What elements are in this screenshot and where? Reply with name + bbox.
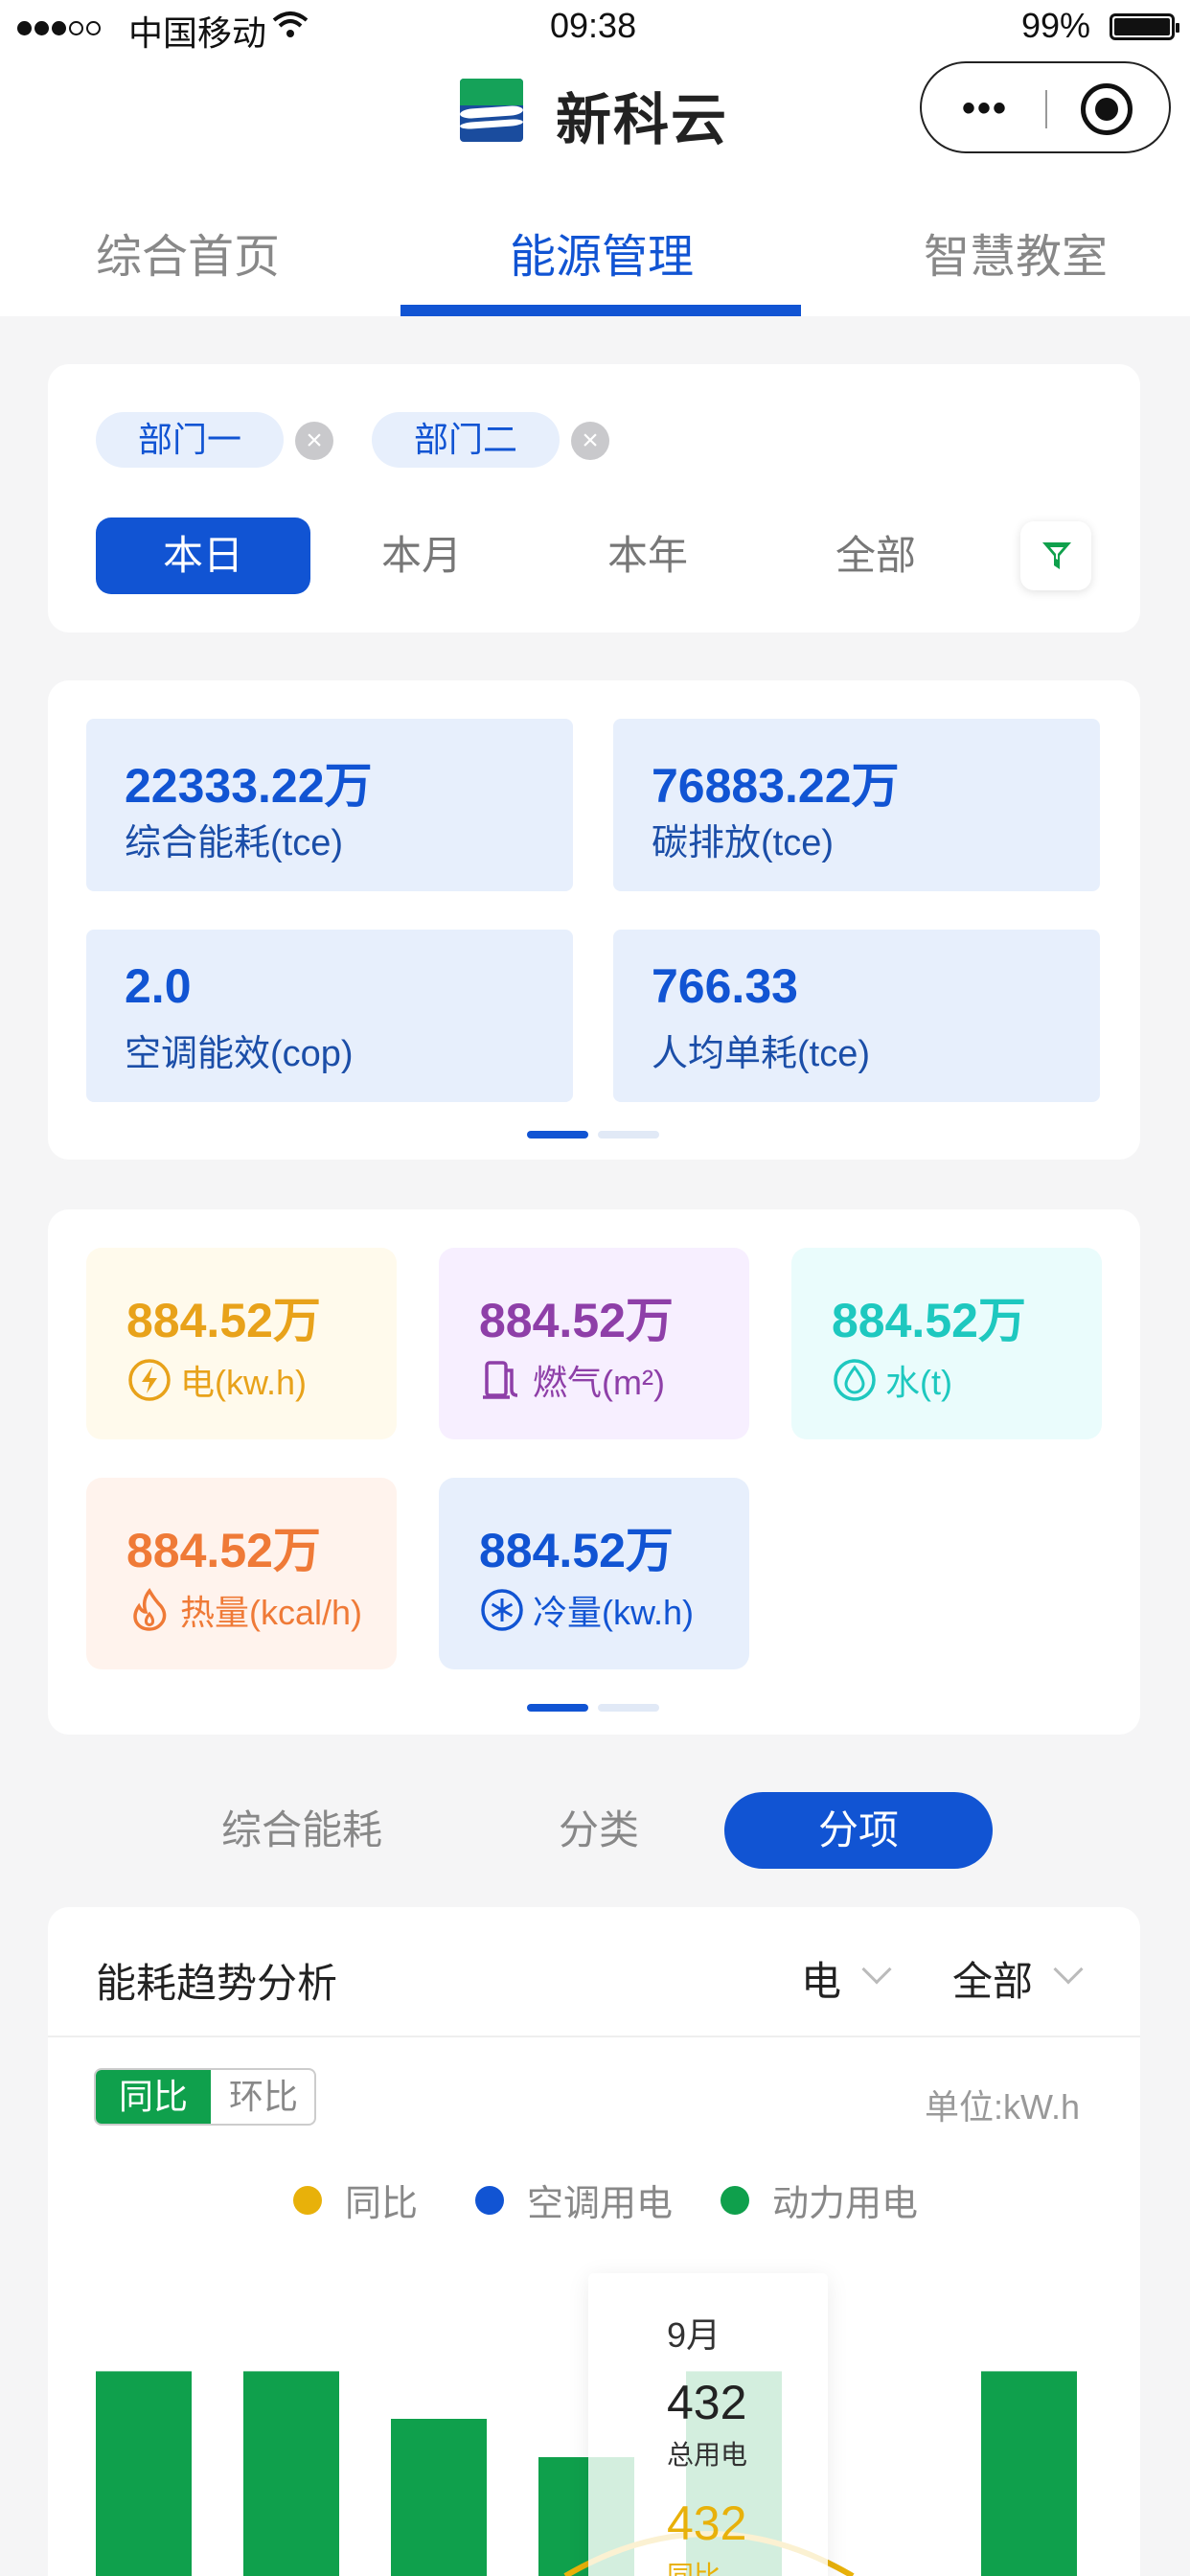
- capsule-divider: [1045, 90, 1047, 128]
- stat-value: 766.33: [652, 959, 798, 1013]
- tooltip-total-label: 总用电: [667, 2440, 748, 2470]
- stat-total-energy[interactable]: 22333.22万 综合能耗(tce): [86, 719, 573, 891]
- chart-tooltip: 9月 432 总用电 432 同比: [588, 2273, 828, 2576]
- tooltip-yoy-value: 432: [667, 2496, 747, 2550]
- legend-label: 动力用电: [772, 2184, 919, 2224]
- energy-label: 水(t): [885, 1363, 952, 1402]
- energy-label: 电(kw.h): [180, 1363, 308, 1402]
- pager-dot: [598, 1131, 659, 1138]
- wifi-icon: [272, 10, 309, 43]
- stat-value: 22333.22万: [125, 759, 373, 813]
- stat-carbon[interactable]: 76883.22万 碳排放(tce): [613, 719, 1100, 891]
- app-title: 新科云: [556, 89, 729, 151]
- energy-value: 884.52万: [479, 1524, 674, 1577]
- gas-pump-icon: [479, 1357, 525, 1403]
- pager-dot-active: [527, 1131, 588, 1138]
- period-year[interactable]: 本年: [571, 518, 724, 594]
- energy-label: 热量(kcal/h): [180, 1593, 363, 1632]
- toggle-yoy[interactable]: 同比: [96, 2070, 211, 2124]
- lightning-icon: [126, 1357, 172, 1403]
- tab-classroom[interactable]: 智慧教室: [924, 218, 1108, 286]
- carrier-label: 中国移动: [128, 13, 267, 53]
- filter-icon: [1042, 542, 1071, 569]
- energy-label-row: 热量(kcal/h): [126, 1585, 362, 1635]
- bar-6[interactable]: [981, 2371, 1077, 2576]
- energy-label-row: 燃气(m²): [479, 1355, 665, 1405]
- energy-label-row: 冷量(kw.h): [479, 1585, 694, 1635]
- unit-label: 单位:kW.h: [925, 2087, 1081, 2127]
- stat-per-capita[interactable]: 766.33 人均单耗(tce): [613, 930, 1100, 1102]
- snowflake-icon: [479, 1587, 525, 1633]
- stat-label: 空调能效(cop): [125, 1034, 354, 1074]
- stat-label: 综合能耗(tce): [125, 823, 344, 863]
- divider: [48, 2036, 1140, 2037]
- energy-heat[interactable]: 884.52万 热量(kcal/h): [86, 1478, 397, 1669]
- active-tab-indicator: [400, 305, 801, 316]
- stat-ac-efficiency[interactable]: 2.0 空调能效(cop): [86, 930, 573, 1102]
- water-drop-icon: [832, 1357, 878, 1403]
- scope-dropdown[interactable]: 全部: [952, 1949, 1033, 2008]
- dept-chip-1[interactable]: 部门一: [96, 412, 285, 468]
- energy-label-row: 电(kw.h): [126, 1355, 307, 1405]
- remove-chip-2-icon[interactable]: ×: [571, 422, 609, 460]
- stat-label: 碳排放(tce): [652, 823, 835, 863]
- legend-swatch: [293, 2185, 322, 2215]
- period-all[interactable]: 全部: [799, 518, 952, 594]
- dept-chip-2[interactable]: 部门二: [372, 412, 561, 468]
- segment-itemized[interactable]: 分项: [724, 1792, 993, 1869]
- pager-dot-active: [527, 1704, 588, 1712]
- tooltip-yoy-label: 同比: [667, 2561, 721, 2576]
- tooltip-month: 9月: [667, 2315, 721, 2355]
- stat-label: 人均单耗(tce): [652, 1034, 871, 1074]
- clock: 09:38: [550, 6, 637, 45]
- period-month[interactable]: 本月: [345, 518, 498, 594]
- stat-value: 76883.22万: [652, 759, 900, 813]
- segment-comprehensive[interactable]: 综合能耗: [192, 1792, 412, 1869]
- energy-cooling[interactable]: 884.52万 冷量(kw.h): [439, 1478, 749, 1669]
- legend-swatch: [721, 2185, 749, 2215]
- energy-label: 冷量(kw.h): [533, 1593, 695, 1632]
- energy-value: 884.52万: [479, 1294, 674, 1347]
- mini-program-capsule: •••: [920, 61, 1171, 153]
- period-today[interactable]: 本日: [96, 518, 310, 594]
- energy-label-row: 水(t): [832, 1355, 952, 1405]
- chart-title: 能耗趋势分析: [96, 1961, 338, 2006]
- battery-icon: [1110, 13, 1179, 40]
- bar-1[interactable]: [243, 2371, 339, 2576]
- compare-toggle: 同比 环比: [94, 2068, 316, 2126]
- legend-swatch: [475, 2185, 504, 2215]
- energy-gas[interactable]: 884.52万 燃气(m²): [439, 1248, 749, 1439]
- battery-percent: 99%: [1021, 6, 1091, 45]
- energy-value: 884.52万: [832, 1294, 1026, 1347]
- toggle-mom[interactable]: 环比: [211, 2070, 314, 2124]
- filter-button[interactable]: [1020, 521, 1091, 590]
- app-logo: [460, 79, 523, 142]
- energy-value: 884.52万: [126, 1524, 321, 1577]
- legend-item-ac[interactable]: 空调用电: [475, 2174, 673, 2226]
- energy-electricity[interactable]: 884.52万 电(kw.h): [86, 1248, 397, 1439]
- segment-category[interactable]: 分类: [537, 1792, 661, 1869]
- tab-home[interactable]: 综合首页: [96, 218, 280, 286]
- energy-label: 燃气(m²): [533, 1363, 665, 1402]
- legend-item-yoy[interactable]: 同比: [293, 2174, 418, 2226]
- legend-item-power[interactable]: 动力用电: [721, 2174, 918, 2226]
- stat-value: 2.0: [125, 959, 192, 1013]
- signal-strength-icon: [17, 6, 103, 46]
- legend-label: 空调用电: [527, 2184, 674, 2224]
- bar-2[interactable]: [391, 2419, 487, 2576]
- flame-icon: [126, 1587, 172, 1633]
- energy-value: 884.52万: [126, 1294, 321, 1347]
- top-bar: 中国移动 09:38 99% 新科云 ••• 综合首页 能源管理 智慧教室: [0, 0, 1190, 316]
- legend-label: 同比: [345, 2184, 419, 2224]
- close-target-icon[interactable]: [1081, 83, 1133, 135]
- energy-water[interactable]: 884.52万 水(t): [791, 1248, 1102, 1439]
- energy-type-dropdown[interactable]: 电: [801, 1949, 841, 2008]
- tab-energy[interactable]: 能源管理: [510, 218, 694, 286]
- more-icon[interactable]: •••: [962, 89, 1008, 127]
- remove-chip-1-icon[interactable]: ×: [295, 422, 333, 460]
- pager-dot: [598, 1704, 659, 1712]
- bar-0[interactable]: [96, 2371, 192, 2576]
- tooltip-total-value: 432: [667, 2376, 747, 2429]
